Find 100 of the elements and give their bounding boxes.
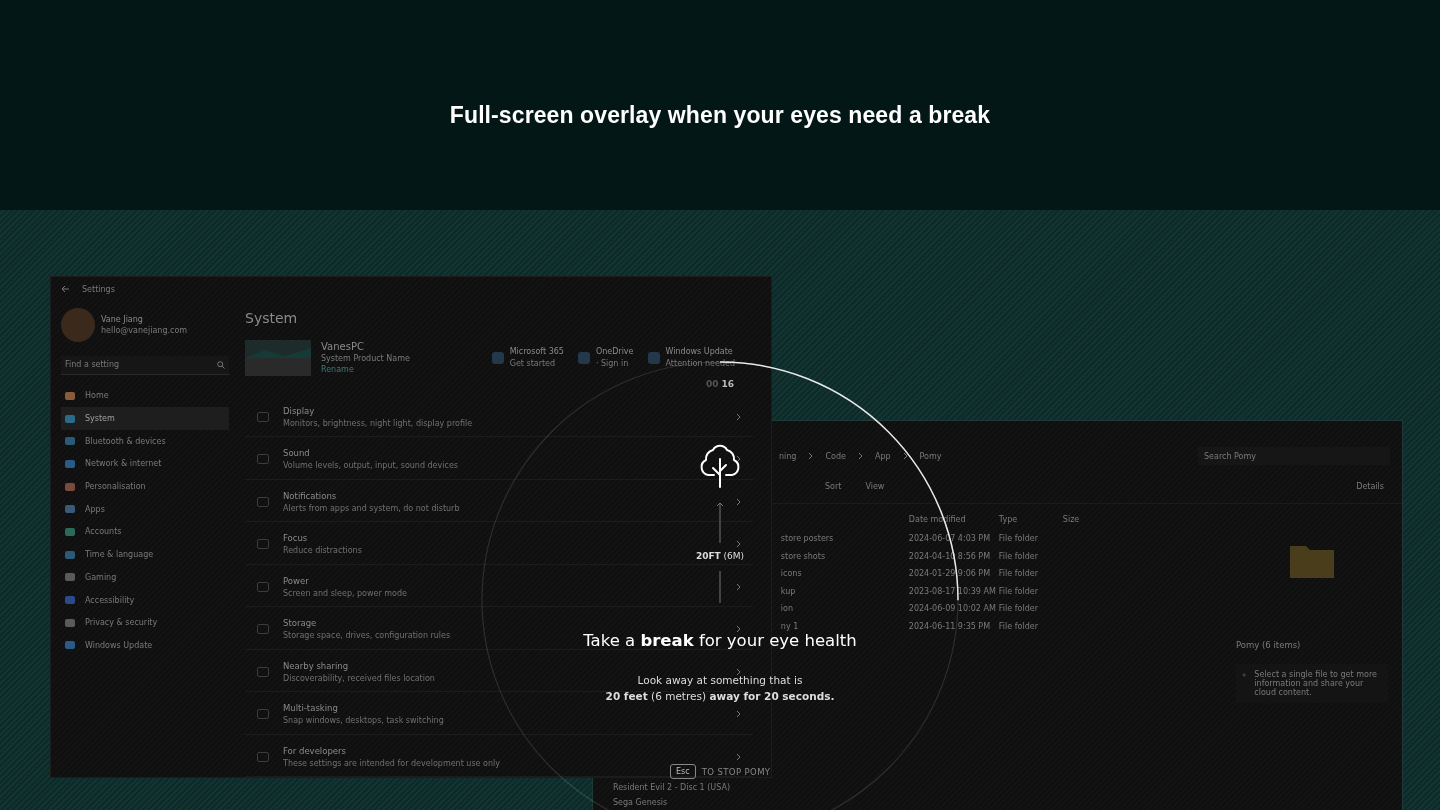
chevron-icon [736,540,741,549]
row-title: Power [283,575,309,586]
device-name: VanesPC [321,341,365,352]
chevron-icon [736,582,741,591]
tile-subtitle: Get started [509,359,557,368]
row-title: Sound [283,448,310,459]
chevron-icon [736,625,741,634]
user-name: Vane Jiang [101,314,144,324]
setting-icon [257,709,269,720]
breadcrumb[interactable]: App [874,451,891,461]
breadcrumb[interactable]: ning [779,451,797,461]
details-text: Select a single file to get more information and share your cloud content. [1254,670,1378,697]
chevron-icon [736,412,741,421]
details-title: Pomy (6 items) [1236,640,1301,650]
row-subtitle: These settings are intended for development use only [283,758,500,768]
tile-title[interactable]: Windows Update [665,347,735,356]
nav-item[interactable]: Time & language [61,543,229,566]
table-cell-text: File folder [998,569,1039,579]
chevron-icon [736,497,741,506]
table-cell-text: 2024-01-29 9:06 PM [908,569,992,579]
break-instruction: Look away at something that is [637,674,803,686]
chevron-icon [902,452,908,460]
breadcrumb[interactable]: Code [825,451,846,461]
table-cell-text: kup [780,586,797,596]
row-title: Focus [283,533,308,544]
setting-icon [257,581,269,592]
table-cell-text: File folder [998,621,1039,631]
page-title: System [245,309,299,326]
tile-title[interactable]: OneDrive [595,347,634,356]
tile-title[interactable]: Microsoft 365 [509,347,564,356]
row-subtitle: Monitors, brightness, night light, display profile [283,418,473,428]
nav-item[interactable]: Bluetooth & devices [61,429,229,453]
table-cell-text: 2024-06-11 9:35 PM [908,621,992,631]
distance-label: 20FT (6M) [695,551,745,561]
row-subtitle: Volume levels, output, input, sound devices [283,461,458,471]
setting-icon [257,496,269,507]
search-field[interactable]: Search Pomy [1198,447,1390,465]
chevron-icon [736,752,741,761]
nav-item[interactable]: Windows Update [61,634,229,657]
device-model: System Product Name [321,354,410,363]
table-cell-text: store posters [780,534,835,544]
nav-item[interactable]: Privacy & security [61,611,229,635]
row-subtitle: Reduce distractions [283,546,362,556]
nav-item[interactable]: Accounts [61,520,229,544]
details-button[interactable]: Details [1356,481,1384,491]
chevron-icon [736,455,741,464]
table-cell-text: icons [780,569,803,579]
sort-button[interactable]: Sort [825,481,842,491]
column-header[interactable]: Size [1062,514,1103,524]
setting-icon [257,751,269,762]
breadcrumb[interactable]: Pomy [919,451,942,461]
nav-item[interactable]: System [61,407,229,430]
folder-nav-item[interactable]: Resident Evil 2 - Disc 1 (USA) [613,783,781,792]
esc-key[interactable]: Esc [670,764,696,779]
table-cell-text: store shots [780,551,827,561]
back-arrow-icon[interactable] [61,285,70,294]
chevron-icon [808,452,814,460]
nav-item[interactable]: Apps [61,497,229,521]
row-subtitle: Snap windows, desktops, task switching [283,716,444,726]
nav-item[interactable]: Gaming [61,566,229,589]
break-instruction: 20 feet (6 metres) away for 20 seconds. [605,690,835,702]
row-title: Display [283,405,315,416]
table-cell-text: File folder [998,551,1039,561]
row-title: Nearby sharing [283,660,349,671]
avatar [61,307,95,342]
app-icon [577,351,590,364]
table-cell-text: ny 1 [780,621,800,631]
user-email: hello@vanejiang.com [101,325,188,335]
row-subtitle: Screen and sleep, power mode [283,588,407,598]
nav-item[interactable]: Network & internet [61,452,229,476]
app-icon [647,351,660,364]
up-arrow [716,501,724,543]
nav-item[interactable]: Home [61,384,229,408]
search-icon [217,360,225,369]
row-title: Notifications [283,490,337,501]
row-subtitle: Discoverability, received files location [283,673,435,683]
setting-icon [257,411,269,422]
nav-item[interactable]: Personalisation [61,475,229,498]
view-button[interactable]: View [865,481,885,491]
nav-item[interactable]: Accessibility [61,588,229,612]
break-headline: Take a break for your eye health [583,631,857,650]
table-cell-text: ion [780,604,794,614]
tile-subtitle: · Sign in [595,359,630,368]
row-subtitle: Alerts from apps and system, do not disturb [283,503,460,513]
search-field[interactable]: Find a setting [61,355,229,375]
table-cell-text: File folder [998,534,1039,544]
chevron-icon [736,710,741,719]
tile-subtitle: Attention needed [665,359,735,368]
row-title: For developers [283,745,346,756]
rename-link[interactable]: Rename [321,365,410,374]
chevron-icon [736,667,741,676]
setting-icon [257,454,269,465]
row-title: Multi-tasking [283,703,338,714]
row-subtitle: Storage space, drives, configuration rules [283,631,451,641]
column-header[interactable]: Type [998,514,1063,524]
page-headline: Full-screen overlay when your eyes need a break [449,102,991,129]
folder-nav-item[interactable]: Sega Genesis [613,798,781,807]
row-title: Storage [283,618,317,629]
setting-icon [257,666,269,677]
window-title: Settings [82,284,115,294]
